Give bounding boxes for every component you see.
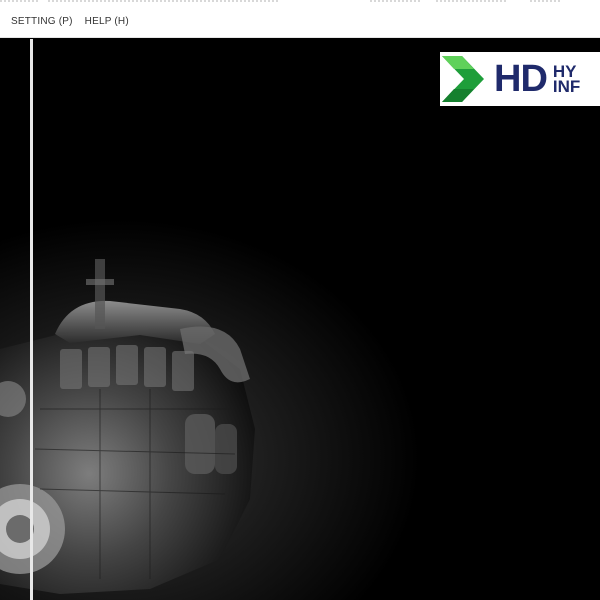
chevron-logo-icon (442, 56, 484, 102)
splitter-bar[interactable] (30, 39, 33, 600)
logo-wordmark: HY INF (552, 63, 581, 96)
app-window: SETTING (P) HELP (H) HD HY INF (0, 0, 600, 600)
menu-bar: SETTING (P) HELP (H) (0, 6, 600, 38)
menu-help[interactable]: HELP (H) (85, 16, 129, 27)
main-content-area (0, 39, 600, 600)
engine-image (0, 259, 255, 594)
company-logo: HD HY INF (440, 52, 600, 106)
logo-line-2: INF (552, 77, 581, 96)
menu-setting[interactable]: SETTING (P) (11, 16, 73, 27)
logo-hd-text: HD (494, 57, 548, 100)
